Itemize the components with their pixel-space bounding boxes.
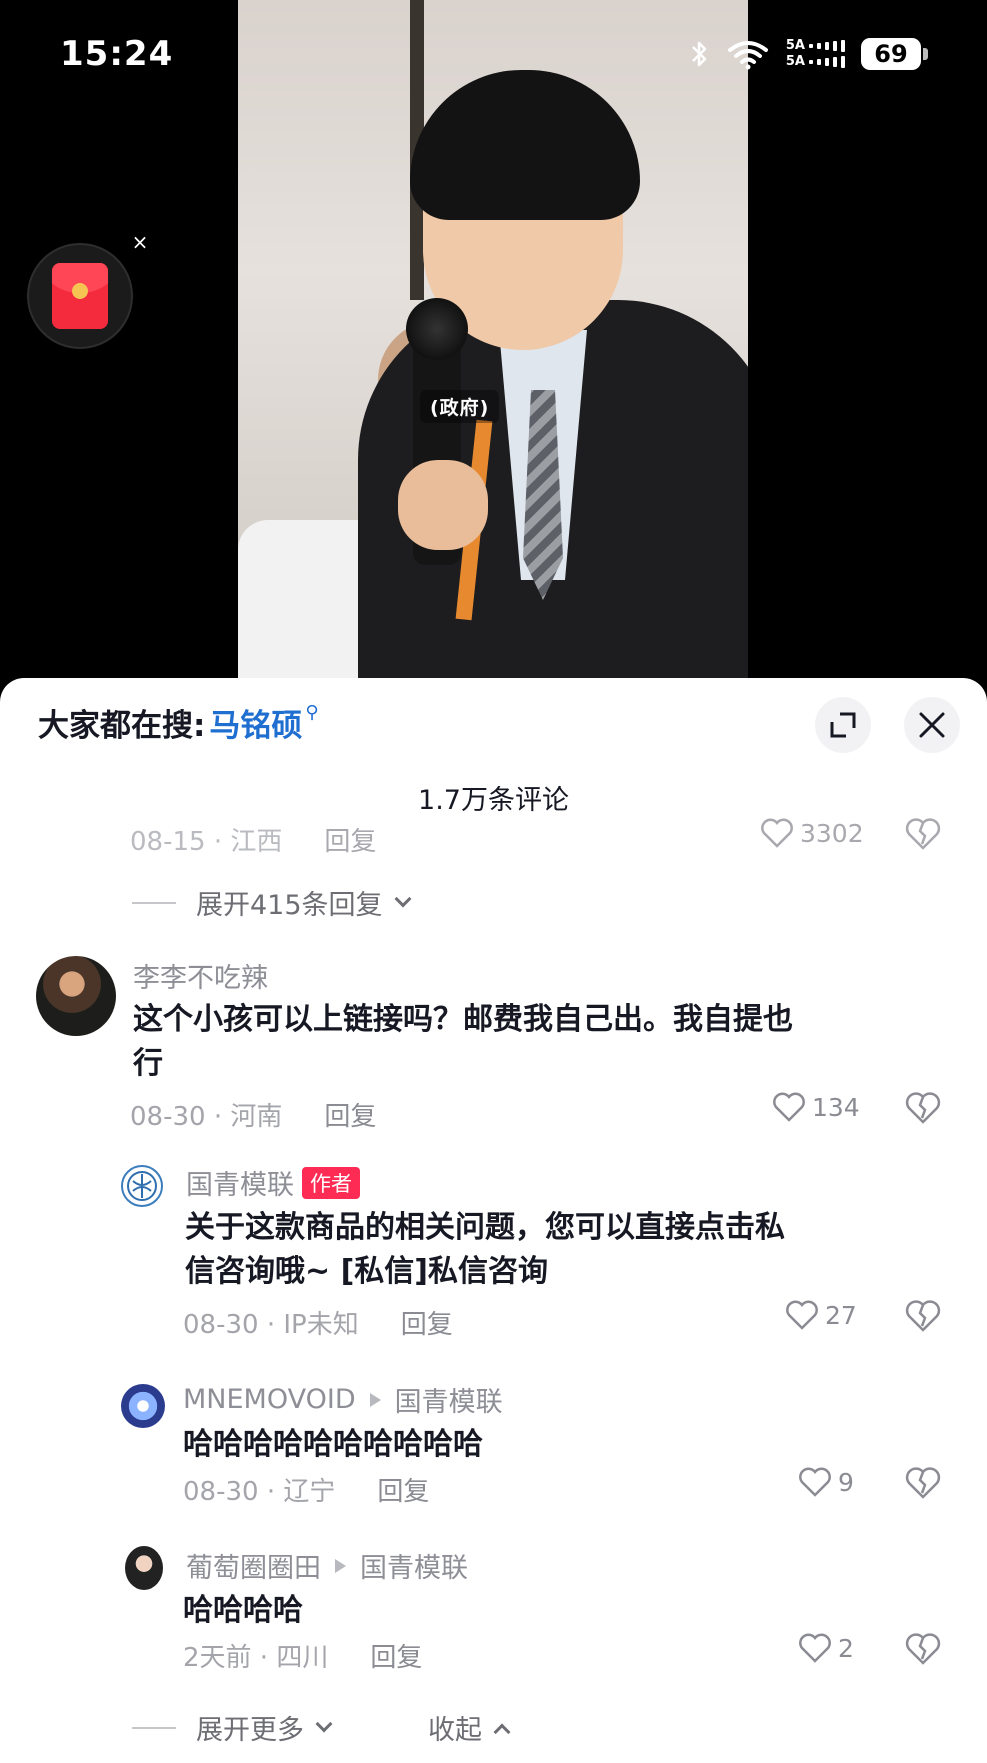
reply-meta: 08-30 · 辽宁 回复 (183, 1477, 430, 1507)
close-icon (919, 712, 945, 738)
red-packet-button[interactable] (27, 243, 133, 349)
reply-meta: 08-30 · IP未知 回复 (183, 1310, 453, 1340)
reply-username: MNEMOVOID 国青模联 (183, 1384, 503, 1418)
reply-arrow-icon (335, 1558, 346, 1573)
comment-count: 1.7万条评论 (418, 785, 569, 816)
avatar[interactable] (121, 1165, 163, 1207)
org-logo-icon (127, 1171, 157, 1201)
fullscreen-icon (830, 712, 856, 738)
cellular-signal-icon: 5A 5A (786, 39, 845, 69)
broken-heart-icon[interactable] (905, 1467, 941, 1499)
reply-button[interactable]: 回复 (377, 1477, 429, 1507)
hot-search-bar[interactable]: 大家都在搜: 马铭硕 ⚲ (38, 700, 319, 745)
comment-text: 这个小孩可以上链接吗？邮费我自己出。我自提也 行 (133, 1002, 793, 1081)
reply-button[interactable]: 回复 (370, 1643, 422, 1673)
collapse-button[interactable]: 收起 (428, 1708, 511, 1747)
comment-username[interactable]: 李李不吃辣 (133, 956, 268, 995)
search-prefix: 大家都在搜: (38, 708, 206, 744)
heart-icon (773, 1092, 805, 1122)
reply-meta: 2天前 · 四川 回复 (183, 1643, 423, 1673)
heart-icon (799, 1467, 831, 1497)
comment-sheet: 大家都在搜: 马铭硕 ⚲ 1.7万条评论 08-15 · 江西 回复 3302 展… (0, 678, 987, 1763)
author-badge: 作者 (302, 1166, 360, 1199)
heart-icon (799, 1633, 831, 1663)
bluetooth-icon (692, 41, 707, 67)
reply-button[interactable]: 回复 (401, 1310, 453, 1340)
like-button[interactable]: 2 (798, 1633, 854, 1663)
reply-button[interactable]: 回复 (324, 1102, 376, 1132)
video-frame[interactable]: (政府) (238, 0, 748, 680)
like-button[interactable]: 134 (772, 1092, 860, 1122)
heart-icon (786, 1300, 818, 1330)
video-caption: (政府) (420, 390, 500, 423)
status-icons: 5A 5A 69 (688, 38, 928, 70)
avatar[interactable] (121, 1384, 165, 1428)
like-button[interactable]: 27 (785, 1300, 857, 1330)
microphone-head (406, 298, 468, 360)
speaker-hand (398, 460, 488, 550)
like-count: 134 (812, 1092, 860, 1122)
broken-heart-icon[interactable] (905, 1300, 941, 1332)
search-term-link[interactable]: 马铭硕 (209, 700, 302, 745)
close-icon[interactable]: × (130, 232, 150, 252)
battery-icon: 69 (861, 38, 928, 70)
reply-username: 葡萄圈圈田 国青模联 (186, 1553, 468, 1584)
expand-sheet-button[interactable] (815, 697, 871, 753)
close-sheet-button[interactable] (904, 697, 960, 753)
like-count: 2 (838, 1633, 854, 1663)
chevron-down-icon (315, 1715, 333, 1732)
like-count: 9 (838, 1467, 854, 1497)
speaker-hair (410, 70, 640, 220)
heart-icon (761, 818, 793, 848)
like-button[interactable]: 3302 (760, 818, 864, 848)
chevron-up-icon (493, 1723, 511, 1740)
avatar[interactable] (125, 1546, 163, 1590)
reply-text: 哈哈哈哈哈哈哈哈哈哈 (183, 1427, 483, 1462)
red-envelope-icon (52, 263, 108, 329)
reply-text: 关于这款商品的相关问题，您可以直接点击私 信咨询哦~ [私信]私信咨询 (185, 1210, 785, 1289)
like-count: 27 (825, 1300, 857, 1330)
search-icon: ⚲ (305, 702, 319, 723)
comment-meta: 08-30 · 河南 回复 (130, 1102, 377, 1132)
reply-username: 国青模联 作者 (186, 1163, 360, 1202)
reply-text: 哈哈哈哈 (183, 1593, 303, 1628)
broken-heart-icon[interactable] (905, 1092, 941, 1124)
like-button[interactable]: 9 (798, 1467, 854, 1497)
video-area[interactable]: (政府) 15:24 5A 5A 69 × (0, 0, 987, 690)
expand-replies-button[interactable]: 展开415条回复 (132, 883, 412, 922)
wifi-icon (727, 41, 768, 70)
broken-heart-icon[interactable] (905, 1633, 941, 1665)
broken-heart-icon[interactable] (905, 818, 941, 850)
like-count: 3302 (800, 818, 864, 848)
expand-more-button[interactable]: 展开更多 (132, 1708, 333, 1747)
reply-button[interactable]: 回复 (324, 827, 376, 857)
reply-arrow-icon (369, 1392, 381, 1407)
chevron-down-icon (394, 890, 412, 907)
status-time: 15:24 (60, 34, 174, 74)
avatar[interactable] (36, 956, 116, 1036)
comment-meta: 08-15 · 江西 回复 (130, 827, 377, 857)
